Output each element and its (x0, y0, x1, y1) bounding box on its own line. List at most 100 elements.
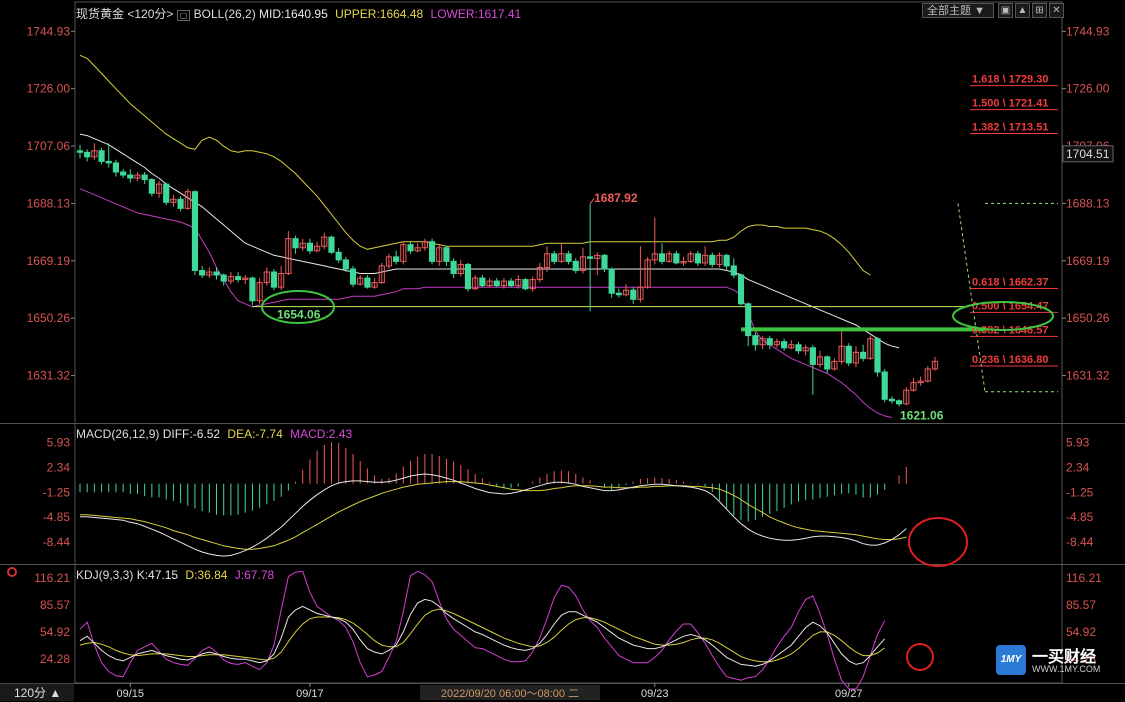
chart-canvas[interactable]: 1687.92 1654.06 1621.06 1.618 \ 1729.30 1.50… (0, 0, 1125, 701)
kdj-indicator-name[interactable]: KDJ(9,3,3) (76, 568, 133, 582)
candle-body (428, 241, 436, 262)
macd-diff-line (80, 473, 907, 557)
y-tick-label: 1726.00 (1066, 82, 1110, 96)
candle-body (191, 191, 199, 271)
candle-body (98, 150, 105, 162)
macd-header: MACD(26,12,9) DIFF:-6.52 DEA:-7.74 MACD:… (76, 427, 352, 441)
candle-body (508, 280, 515, 287)
macd-y-tick-label: -8.44 (1066, 535, 1094, 549)
settings-icon[interactable] (7, 567, 17, 577)
low-price-label-2: 1621.06 (900, 409, 944, 423)
arrow-up-icon[interactable]: ▲ (1015, 3, 1030, 18)
candle-body (881, 371, 888, 400)
candle-body (795, 344, 802, 352)
kdj-j-value: J:67.78 (234, 568, 275, 582)
candle-body (522, 279, 529, 290)
kdj-y-tick-label: 24.28 (40, 652, 70, 666)
macd-indicator-name[interactable]: MACD(26,12,9) (76, 427, 159, 441)
fib-level-label: 0.618 \ 1662.37 (972, 276, 1048, 288)
x-tick-label: 09/17 (296, 688, 324, 700)
candle-body (572, 260, 579, 271)
candle-body (551, 253, 558, 262)
grid-icon[interactable]: ⊞ (1032, 3, 1047, 18)
candle-body (601, 254, 608, 270)
y-tick-label: 1688.13 (27, 196, 71, 210)
instrument-name[interactable]: 现货黄金 (76, 7, 124, 21)
kdj-j-line (79, 570, 886, 690)
logo-badge: 1MY (996, 645, 1026, 675)
y-tick-label: 1669.19 (1066, 254, 1110, 268)
candle-body (364, 277, 371, 288)
candle-body (163, 183, 170, 203)
fib-level-label: 1.382 \ 1713.51 (972, 122, 1048, 134)
macd-highlight-circle (908, 517, 968, 567)
low-price-label-1: 1654.06 (277, 308, 321, 322)
candle-body (407, 244, 414, 252)
candle-body (630, 289, 637, 300)
period-selector[interactable]: <120分> (127, 7, 173, 21)
macd-y-tick-label: -1.25 (1066, 485, 1094, 499)
boll-mid-value: MID:1640.95 (259, 7, 328, 21)
x-tick-label: 09/15 (117, 688, 145, 700)
theme-dropdown[interactable]: 全部主题 ▼ (922, 3, 994, 18)
x-tick-label: 09/27 (835, 688, 863, 700)
close-icon[interactable]: ✕ (1049, 3, 1064, 18)
macd-y-tick-label: 2.34 (1066, 461, 1090, 475)
y-tick-label: 1669.19 (27, 254, 71, 268)
kdj-d-line (79, 608, 885, 663)
candle-body (608, 268, 615, 294)
candle-body (723, 254, 730, 267)
candle-body (658, 253, 666, 262)
macd-diff-value: DIFF:-6.52 (162, 427, 221, 441)
candle-body (809, 347, 816, 365)
y-tick-label: 1688.13 (1066, 196, 1110, 210)
candle-body (120, 171, 127, 176)
candle-body (464, 263, 472, 290)
candle-body (393, 256, 400, 262)
candle-body (335, 251, 342, 261)
y-tick-label: 1707.06 (27, 139, 71, 153)
fib-level-label: 1.618 \ 1729.30 (972, 74, 1048, 86)
macd-macd-value: MACD:2.43 (290, 427, 353, 441)
candle-body (249, 277, 256, 302)
y-tick-label: 1631.32 (1066, 369, 1110, 383)
boll-lower-value: LOWER:1617.41 (430, 7, 522, 21)
kdj-header: KDJ(9,3,3) K:47.15 D:36.84 J:67.78 (76, 568, 274, 582)
x-tick-label: 09/23 (641, 688, 669, 700)
candle-body (673, 253, 680, 264)
logo-url: WWW.1MY.COM (1032, 664, 1101, 674)
candle-body (84, 151, 91, 158)
y-tick-label: 1650.26 (1066, 311, 1110, 325)
candle-body (493, 280, 500, 287)
candle-body (845, 345, 852, 364)
candle-body (306, 242, 314, 252)
candle-body (443, 247, 450, 262)
candle-body (76, 150, 84, 153)
period-toggle-label: 120分 ▲ (14, 686, 62, 700)
candle-body (328, 236, 335, 253)
macd-y-tick-label: -1.25 (43, 485, 71, 499)
period-arrow-icon[interactable]: ▢ (176, 10, 191, 21)
candle-body (745, 303, 752, 337)
candle-body (148, 179, 155, 194)
kdj-y-tick-label: 116.21 (1066, 571, 1102, 585)
candle-body (874, 338, 881, 373)
high-price-label: 1687.92 (594, 191, 638, 205)
boll-upper-line (79, 54, 871, 276)
macd-y-tick-label: -8.44 (43, 535, 71, 549)
candle-body (860, 351, 867, 359)
candle-body (709, 254, 716, 265)
kdj-y-tick-label: 54.92 (40, 625, 70, 639)
period-toggle[interactable]: 120分 ▲ (0, 683, 74, 701)
boll-indicator-name[interactable]: BOLL(26,2) (194, 7, 256, 21)
candle-body (737, 274, 745, 305)
candle-body (141, 174, 148, 181)
fullscreen-icon[interactable]: ▣ (998, 3, 1013, 18)
candle-body (292, 238, 299, 249)
kdj-highlight-circle (906, 643, 934, 671)
candle-body (450, 260, 457, 275)
boll-upper-value: UPPER:1664.48 (335, 7, 424, 21)
kdj-y-tick-label: 116.21 (34, 571, 70, 585)
candle-body (105, 160, 112, 164)
y-tick-label: 1631.32 (27, 369, 71, 383)
